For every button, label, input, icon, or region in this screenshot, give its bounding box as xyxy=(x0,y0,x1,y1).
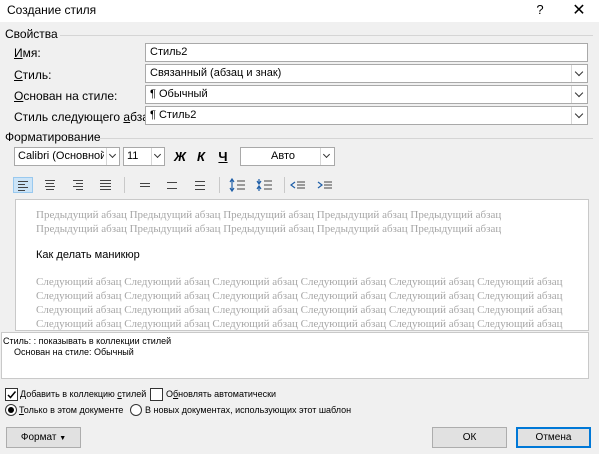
dialog-title: Создание стиля xyxy=(7,3,97,17)
based-on-label: Основан на стиле: xyxy=(14,89,118,103)
underline-button[interactable]: Ч xyxy=(214,148,232,166)
italic-button[interactable]: К xyxy=(192,148,210,166)
style-type-label: Стиль: xyxy=(14,68,52,82)
ok-button[interactable]: ОК xyxy=(432,427,507,448)
align-left-button[interactable] xyxy=(13,177,33,193)
chevron-down-icon[interactable] xyxy=(571,86,587,103)
justify-button[interactable] xyxy=(95,177,115,193)
auto-update-checkbox[interactable] xyxy=(150,388,163,401)
close-button[interactable]: ✕ xyxy=(569,0,589,20)
decrease-paragraph-spacing-icon[interactable] xyxy=(255,177,275,193)
single-spacing-button[interactable] xyxy=(135,177,155,193)
font-color-combo[interactable]: Авто xyxy=(240,147,335,166)
name-field[interactable]: Стиль2 xyxy=(145,43,588,62)
chevron-down-icon[interactable] xyxy=(571,107,587,124)
help-button[interactable]: ? xyxy=(533,2,547,17)
description-line-2: Основан на стиле: Обычный xyxy=(14,347,134,357)
radio-dot-icon xyxy=(8,407,14,413)
double-spacing-button[interactable] xyxy=(190,177,210,193)
style-type-dropdown[interactable]: Связанный (абзац и знак) xyxy=(145,64,588,83)
align-right-button[interactable] xyxy=(67,177,87,193)
new-documents-radio[interactable] xyxy=(130,404,142,416)
next-style-label: Стиль следующего абзаца: xyxy=(14,110,166,124)
one-half-spacing-button[interactable] xyxy=(162,177,182,193)
dropdown-arrow-icon: ▼ xyxy=(59,435,67,442)
increase-indent-icon[interactable] xyxy=(315,177,335,193)
add-to-gallery-label: Добавить в коллекцию стилей xyxy=(20,389,147,399)
title-bar: Создание стиля ? ✕ xyxy=(0,0,599,22)
font-name-combo[interactable]: Calibri (Основной текст) xyxy=(14,147,120,166)
style-description: Стиль: : показывать в коллекции стилей О… xyxy=(1,332,589,379)
chevron-down-icon[interactable] xyxy=(151,148,164,165)
only-this-document-label: Только в этом документе xyxy=(19,405,124,415)
previous-paragraph-text: Предыдущий абзац Предыдущий абзац Предыд… xyxy=(36,209,502,235)
next-paragraph-text: Следующий абзац Следующий абзац Следующи… xyxy=(36,276,563,330)
next-style-dropdown[interactable]: ¶ Стиль2 xyxy=(145,106,588,125)
chevron-down-icon[interactable] xyxy=(571,65,587,82)
toolbar-separator xyxy=(284,177,285,193)
only-this-document-radio[interactable] xyxy=(5,404,17,416)
align-center-button[interactable] xyxy=(40,177,60,193)
font-size-combo[interactable]: 11 xyxy=(123,147,165,166)
sample-text: Как делать маникюр xyxy=(36,249,140,261)
checkmark-icon xyxy=(7,391,17,399)
cancel-button[interactable]: Отмена xyxy=(516,427,591,448)
based-on-dropdown[interactable]: ¶ Обычный xyxy=(145,85,588,104)
properties-section-label: Свойства xyxy=(5,27,58,41)
name-label: Имя: xyxy=(14,46,41,60)
toolbar-separator xyxy=(219,177,220,193)
paragraph-mark-icon: ¶ xyxy=(150,109,156,121)
chevron-down-icon[interactable] xyxy=(320,148,334,165)
toolbar-separator xyxy=(124,177,125,193)
decrease-indent-icon[interactable] xyxy=(288,177,308,193)
increase-paragraph-spacing-icon[interactable] xyxy=(228,177,248,193)
auto-update-label: Обновлять автоматически xyxy=(166,389,277,399)
chevron-down-icon[interactable] xyxy=(106,148,119,165)
bold-button[interactable]: Ж xyxy=(171,148,189,166)
properties-divider xyxy=(60,35,593,36)
format-menu-button[interactable]: Формат ▼ xyxy=(6,427,81,448)
formatting-section-label: Форматирование xyxy=(5,130,101,144)
paragraph-mark-icon: ¶ xyxy=(150,88,156,100)
description-line-1: Стиль: : показывать в коллекции стилей xyxy=(3,336,172,346)
formatting-divider xyxy=(97,138,593,139)
style-preview: Предыдущий абзац Предыдущий абзац Предыд… xyxy=(15,199,589,331)
add-to-gallery-checkbox[interactable] xyxy=(5,388,18,401)
new-documents-label: В новых документах, использующих этот ша… xyxy=(145,405,352,415)
